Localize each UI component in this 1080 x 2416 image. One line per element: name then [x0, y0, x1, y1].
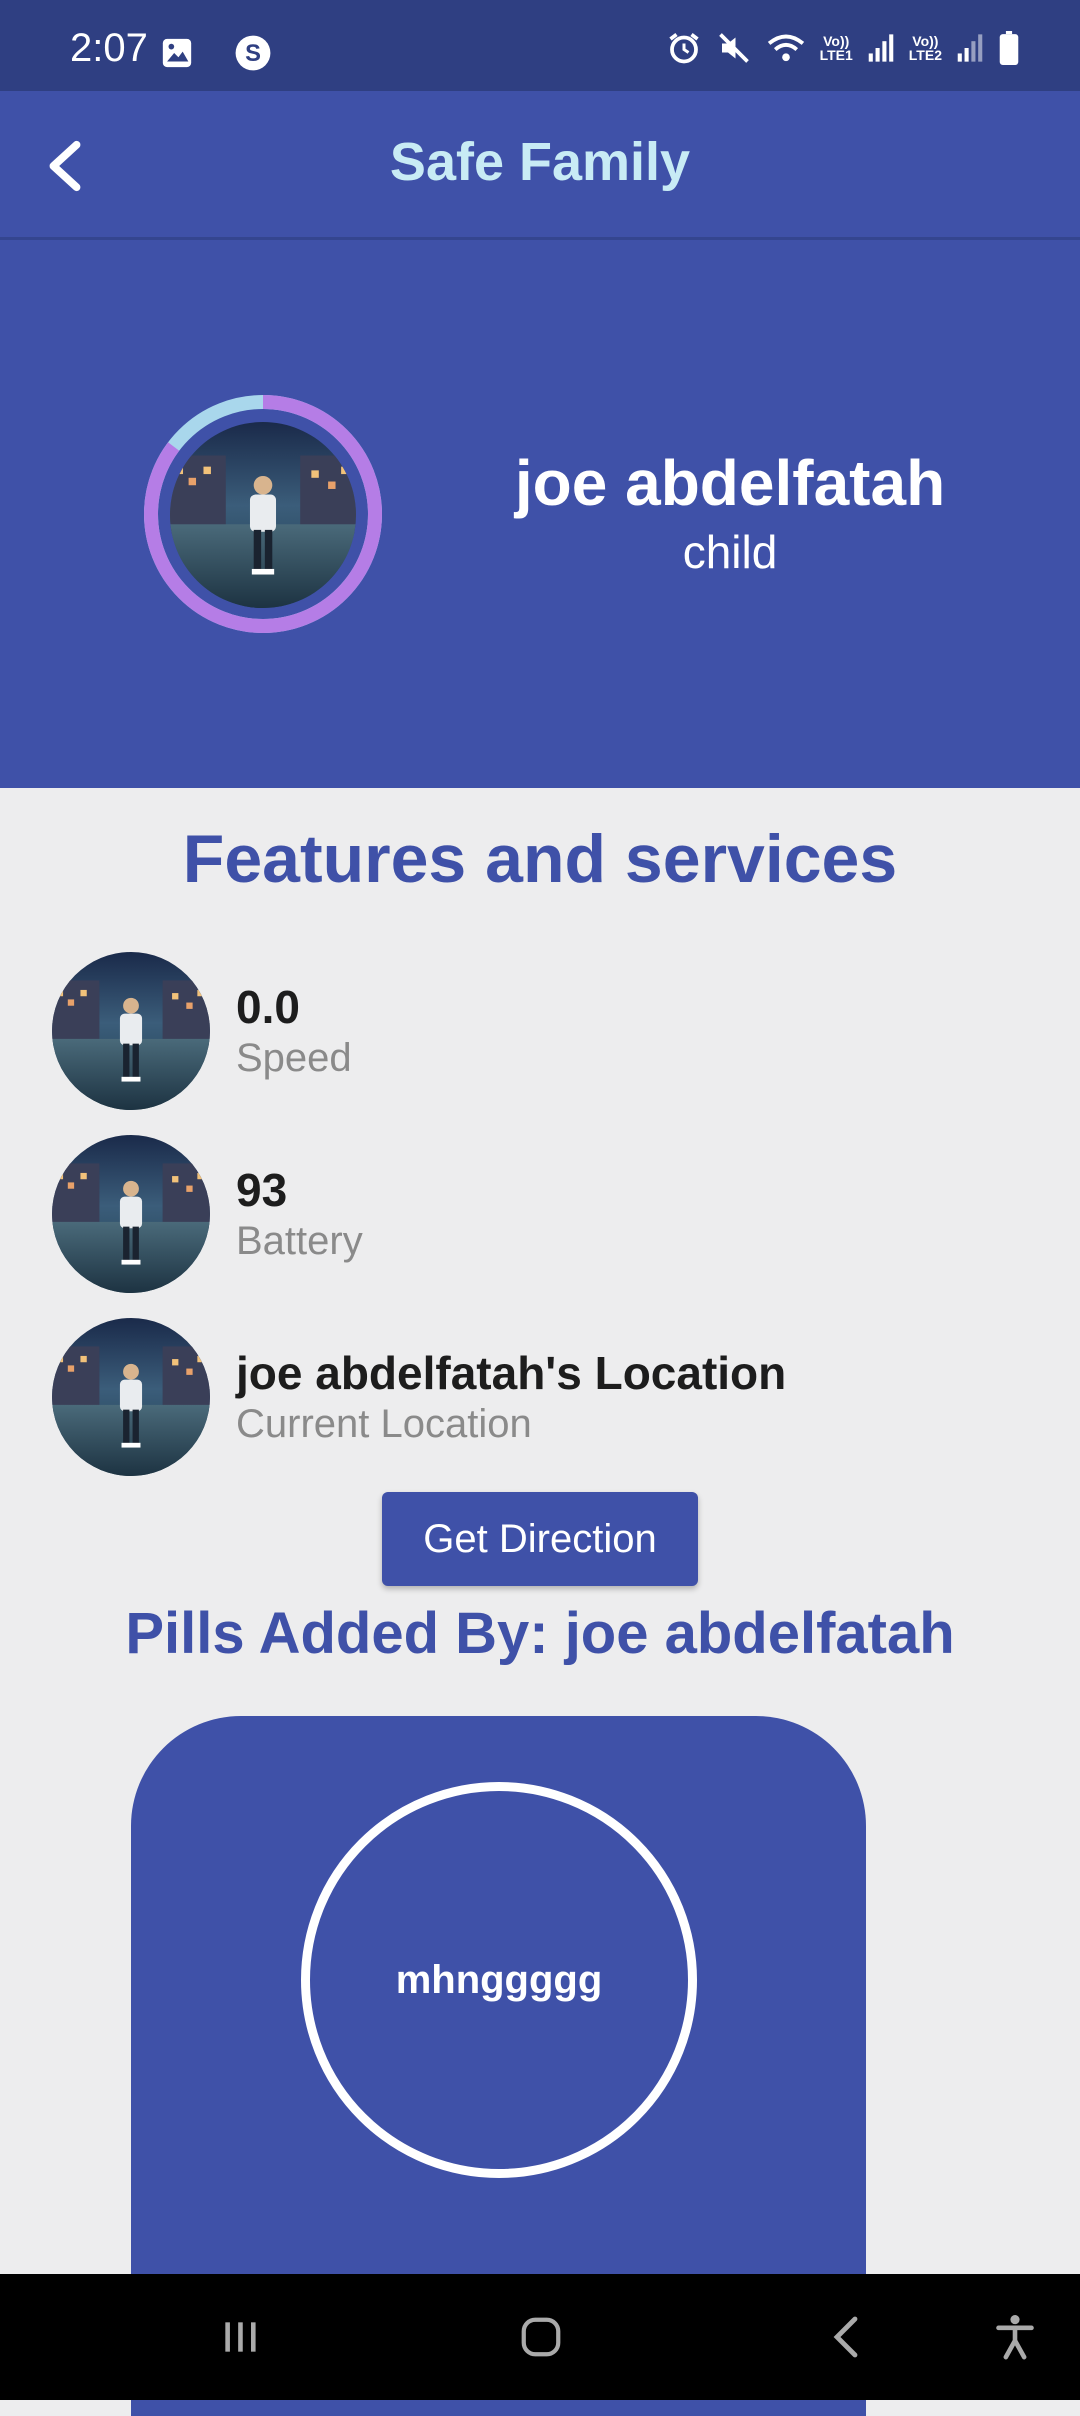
app-bar: Safe Family [0, 91, 1080, 240]
feature-speed: 0.0 Speed [52, 952, 1052, 1110]
features-title: Features and services [182, 821, 898, 897]
avatar[interactable] [170, 422, 356, 608]
signal-lte2-icon: Vo)) LTE2 [908, 33, 942, 63]
profile-name: joe abdelfatah [514, 447, 946, 519]
location-value: joe abdelfatah's Location [236, 1347, 787, 1399]
feature-avatar [52, 1318, 210, 1476]
feature-avatar [52, 952, 210, 1110]
signal-bars-2-icon [956, 33, 984, 63]
home-icon [521, 2317, 561, 2357]
pill-circle[interactable]: mhnggggg [301, 1782, 697, 2178]
recents-button[interactable] [205, 2304, 275, 2370]
image-icon [160, 36, 194, 70]
signal-bars-1-icon [867, 33, 895, 63]
system-nav-bar [0, 2274, 1080, 2400]
status-time: 2:07 [70, 26, 148, 70]
profile-header: joe abdelfatah child [0, 240, 1080, 788]
battery-label: Battery [236, 1219, 363, 1263]
status-left-icons: S [160, 34, 272, 72]
shazam-icon: S [234, 34, 272, 72]
back-icon [833, 2316, 858, 2358]
app-title: Safe Family [389, 132, 691, 192]
accessibility-icon [996, 2315, 1034, 2360]
recents-icon [225, 2322, 256, 2352]
nav-back-button[interactable] [810, 2304, 880, 2370]
speed-label: Speed [236, 1036, 352, 1080]
wifi-icon [766, 30, 806, 66]
pills-title: Pills Added By: joe abdelfatah [125, 1601, 955, 1666]
battery-icon [998, 31, 1020, 65]
get-direction-button[interactable]: Get Direction [382, 1492, 698, 1586]
location-label: Current Location [236, 1402, 532, 1446]
alarm-icon [666, 30, 702, 66]
mute-icon [716, 30, 752, 66]
feature-battery: 93 Battery [52, 1135, 1052, 1293]
status-right-icons: Vo)) LTE1 Vo)) LTE2 [666, 30, 1020, 66]
status-bar: 2:07 S Vo)) LTE1 Vo)) LTE2 [0, 0, 1080, 91]
feature-location: joe abdelfatah's Location Current Locati… [52, 1318, 1052, 1476]
feature-avatar [52, 1135, 210, 1293]
signal-lte1-icon: Vo)) LTE1 [819, 33, 853, 63]
pill-name: mhnggggg [395, 1957, 603, 2002]
accessibility-button[interactable] [980, 2304, 1050, 2370]
profile-role: child [682, 526, 778, 578]
home-button[interactable] [506, 2304, 576, 2370]
speed-value: 0.0 [236, 981, 300, 1033]
svg-text:S: S [245, 40, 261, 67]
battery-value: 93 [236, 1164, 288, 1216]
